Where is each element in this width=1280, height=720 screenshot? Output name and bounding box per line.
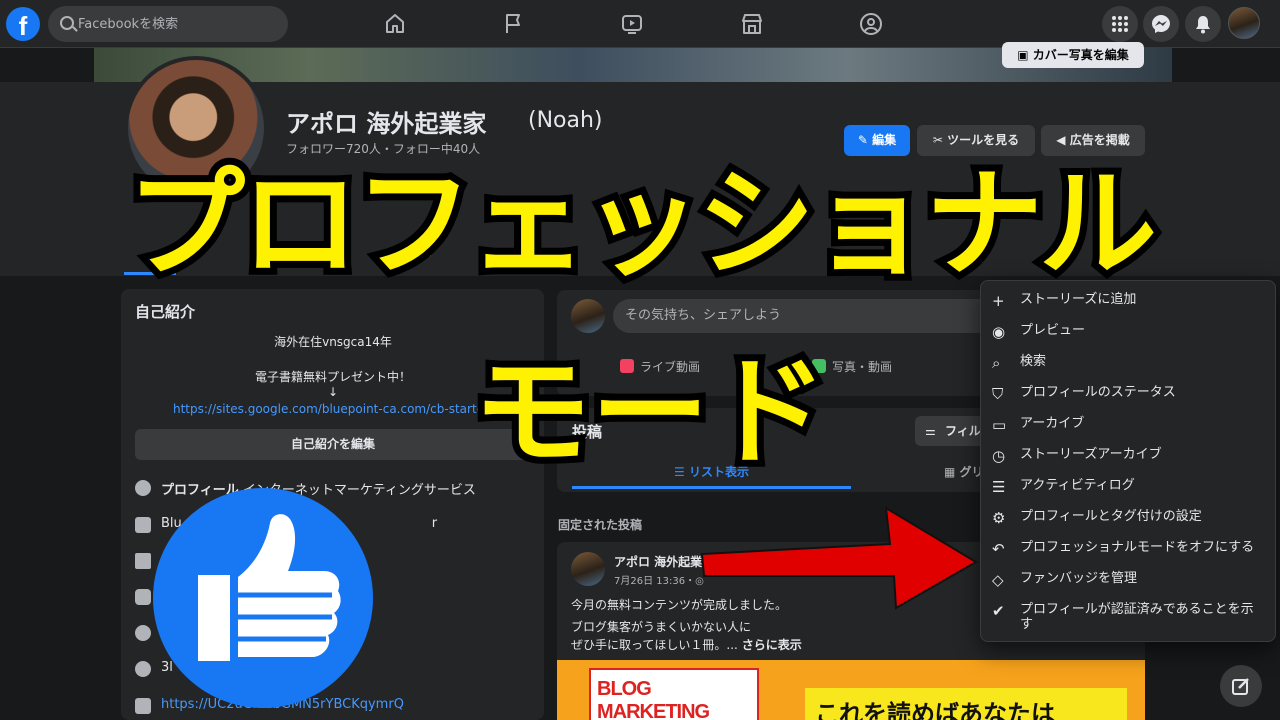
menu-item[interactable]: ◇ ファンバッジを管理 xyxy=(980,566,1276,594)
menu-item[interactable]: ↶ プロフェッショナルモードをオフにする xyxy=(980,535,1276,563)
messenger-icon xyxy=(1152,15,1170,33)
check-badge-icon: ✔ xyxy=(992,602,1005,620)
pinned-posts-label: 固定された投稿 xyxy=(558,518,643,532)
grid-view-icon: ▦ xyxy=(944,465,960,479)
home-icon[interactable] xyxy=(383,12,407,36)
book-cover: BLOG MARKETING xyxy=(589,668,759,720)
post-author-avatar[interactable] xyxy=(571,552,605,586)
post-timestamp[interactable]: 7月26日 13:36・◎ xyxy=(614,572,704,587)
menu-item-label: ストーリーズアーカイブ xyxy=(1020,447,1162,462)
messenger-button[interactable] xyxy=(1143,6,1179,42)
search-icon xyxy=(60,16,74,30)
menu-grid-button[interactable] xyxy=(1102,6,1138,42)
intro-title: 自己紹介 xyxy=(135,303,196,321)
info-icon xyxy=(135,480,151,496)
diamond-icon: ◇ xyxy=(992,571,1004,589)
menu-item[interactable]: ⛉ プロフィールのステータス xyxy=(980,380,1276,408)
red-arrow-icon xyxy=(700,506,978,610)
top-navigation-bar: f xyxy=(0,0,1280,48)
search-icon: ⌕ xyxy=(992,354,1001,372)
post-text-line: ブログ集客がうまくいかない人に xyxy=(571,620,752,634)
menu-item[interactable]: ⌕ 検索 xyxy=(980,349,1276,377)
menu-item[interactable]: ☰ アクティビティログ xyxy=(980,473,1276,501)
menu-item-label: プロフェッショナルモードをオフにする xyxy=(1020,540,1255,555)
archive-icon: ▭ xyxy=(992,416,1007,434)
pinterest-icon xyxy=(135,625,151,641)
thumbs-up-icon xyxy=(153,488,373,708)
search-box[interactable] xyxy=(48,6,288,42)
menu-item[interactable]: ✔ プロフィールが認証済みであることを示す xyxy=(980,597,1276,632)
clock-icon: ◷ xyxy=(992,447,1006,465)
house-icon xyxy=(135,553,151,569)
list-icon: ☰ xyxy=(992,478,1006,496)
youtube-icon xyxy=(135,698,151,714)
overlay-title-line1: プロフェッショナル xyxy=(120,148,1164,300)
menu-item-label: プロフィールのステータス xyxy=(1020,385,1176,400)
groups-icon[interactable] xyxy=(859,12,883,36)
eye-icon: ◉ xyxy=(992,323,1006,341)
menu-item[interactable]: ⚙ プロフィールとタグ付けの設定 xyxy=(980,504,1276,532)
menu-item-label: プレビュー xyxy=(1020,323,1086,338)
overlay-title-line2: モード xyxy=(466,336,834,488)
video-icon[interactable] xyxy=(620,12,644,36)
menu-item[interactable]: ◷ ストーリーズアーカイブ xyxy=(980,442,1276,470)
grid-icon xyxy=(1112,16,1128,32)
spotify-icon xyxy=(135,661,151,677)
undo-icon: ↶ xyxy=(992,540,1005,558)
see-more-link[interactable]: さらに表示 xyxy=(742,638,802,652)
menu-item-label: アクティビティログ xyxy=(1020,478,1135,493)
edit-cover-button[interactable]: ▣ カバー写真を編集 xyxy=(1002,42,1144,68)
menu-item-label: 検索 xyxy=(1020,354,1047,369)
menu-item[interactable]: ▭ アーカイブ xyxy=(980,411,1276,439)
notifications-button[interactable] xyxy=(1185,6,1221,42)
post-author-name[interactable]: アポロ 海外起業 xyxy=(614,553,702,570)
menu-item[interactable]: ◉ プレビュー xyxy=(980,318,1276,346)
bell-icon xyxy=(1196,16,1210,34)
facebook-logo[interactable]: f xyxy=(6,7,40,41)
camera-icon: ▣ xyxy=(1017,48,1033,62)
post-text-line: ぜひ手に取ってほしい１冊。... さらに表示 xyxy=(571,638,802,652)
menu-item-label: ファンバッジを管理 xyxy=(1020,571,1138,586)
account-avatar[interactable] xyxy=(1228,7,1260,39)
grid-view-tab[interactable]: ▦ グリ xyxy=(944,463,984,480)
search-input[interactable] xyxy=(78,6,278,42)
new-message-button[interactable] xyxy=(1220,665,1262,707)
post-image[interactable]: BLOG MARKETING これを読めばあなたは xyxy=(557,660,1145,720)
flag-icon[interactable] xyxy=(502,12,526,36)
menu-item-label: アーカイブ xyxy=(1020,416,1085,431)
menu-item-label: プロフィールとタグ付けの設定 xyxy=(1020,509,1202,524)
instagram-icon xyxy=(135,589,151,605)
image-headline: これを読めばあなたは xyxy=(805,688,1127,720)
compose-icon xyxy=(1232,678,1249,695)
user-gear-icon: ⚙ xyxy=(992,509,1006,527)
sliders-icon: ⚌ xyxy=(925,424,936,438)
shield-icon: ⛉ xyxy=(992,385,1004,403)
menu-item-label: プロフィールが認証済みであることを示す xyxy=(1020,602,1254,632)
marketplace-icon[interactable] xyxy=(740,12,764,36)
briefcase-icon xyxy=(135,517,151,533)
